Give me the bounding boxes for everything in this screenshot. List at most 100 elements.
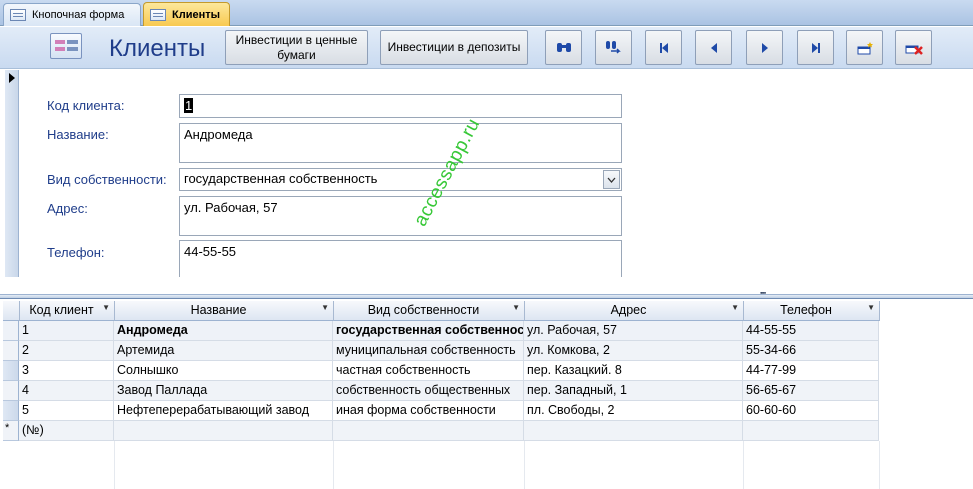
chevron-down-icon[interactable]: ▼ xyxy=(731,303,739,312)
column-header[interactable]: Адрес ▼ xyxy=(525,301,744,321)
form-title: Клиенты xyxy=(109,35,206,62)
grid-line xyxy=(879,441,880,489)
splitter-grip-icon[interactable]: '''''''''' xyxy=(760,291,766,300)
delete-record-button[interactable] xyxy=(895,30,932,65)
row-selector[interactable] xyxy=(3,341,19,361)
select-all-corner[interactable] xyxy=(3,301,20,321)
table-cell[interactable]: (№) xyxy=(19,421,114,441)
find-button[interactable] xyxy=(545,30,582,65)
form-tab-icon xyxy=(10,9,26,21)
table-cell[interactable] xyxy=(524,421,743,441)
table-cell[interactable]: 55-34-66 xyxy=(743,341,879,361)
splitter-bar[interactable] xyxy=(0,294,973,299)
column-header[interactable]: Вид собственности ▼ xyxy=(334,301,525,321)
column-header[interactable]: Телефон ▼ xyxy=(744,301,880,321)
replace-icon xyxy=(605,40,621,54)
current-record-arrow-icon xyxy=(9,73,15,83)
client-name-field[interactable]: Андромеда xyxy=(179,123,622,163)
chevron-down-icon[interactable]: ▼ xyxy=(867,303,875,312)
last-record-button[interactable] xyxy=(797,30,834,65)
table-cell[interactable]: собственность общественных xyxy=(333,381,524,401)
new-record-button[interactable] xyxy=(846,30,883,65)
table-cell[interactable]: 2 xyxy=(19,341,114,361)
client-code-field[interactable]: 1 xyxy=(179,94,622,118)
grid-line xyxy=(524,441,525,489)
row-selector[interactable] xyxy=(3,401,19,421)
table-cell[interactable]: Андромеда xyxy=(114,321,333,341)
ownership-dropdown-button[interactable] xyxy=(603,170,620,189)
chevron-down-icon[interactable]: ▼ xyxy=(321,303,329,312)
row-selector[interactable] xyxy=(3,361,19,381)
table-row[interactable]: 5 Нефтеперерабатывающий завод иная форма… xyxy=(3,401,879,421)
next-record-icon xyxy=(761,42,768,53)
access-window: Кнопочная форма Клиенты Клиенты Инвестиц… xyxy=(0,0,973,489)
table-cell[interactable]: ул. Рабочая, 57 xyxy=(524,321,743,341)
form-detail: Код клиента: 1 Название: Андромеда Вид с… xyxy=(0,70,973,277)
phone-field[interactable]: 44-55-55 xyxy=(179,240,622,277)
phone-label: Телефон: xyxy=(47,245,105,260)
new-record-marker[interactable]: * xyxy=(3,421,19,441)
securities-investments-button[interactable]: Инвестиции в ценные бумаги xyxy=(225,30,368,65)
table-cell[interactable]: 4 xyxy=(19,381,114,401)
table-cell[interactable]: 44-55-55 xyxy=(743,321,879,341)
table-cell[interactable]: Нефтеперерабатывающий завод xyxy=(114,401,333,421)
ownership-type-value: государственная собственность xyxy=(184,171,378,186)
document-tabs: Кнопочная форма Клиенты xyxy=(0,0,973,26)
table-row[interactable]: 1 Андромеда государственная собственност… xyxy=(3,321,879,341)
table-cell[interactable]: государственная собственность xyxy=(333,321,524,341)
client-code-value: 1 xyxy=(184,98,194,113)
table-cell[interactable]: Солнышко xyxy=(114,361,333,381)
table-cell[interactable]: 60-60-60 xyxy=(743,401,879,421)
table-cell[interactable]: пл. Свободы, 2 xyxy=(524,401,743,421)
new-record-row[interactable]: * (№) xyxy=(3,421,879,441)
client-code-label: Код клиента: xyxy=(47,98,125,113)
deposits-investments-button[interactable]: Инвестиции в депозиты xyxy=(380,30,528,65)
table-cell[interactable]: частная собственность xyxy=(333,361,524,381)
column-header-label: Адрес xyxy=(610,303,647,317)
table-cell[interactable]: 5 xyxy=(19,401,114,421)
table-row[interactable]: 4 Завод Паллада собственность общественн… xyxy=(3,381,879,401)
tab-label: Кнопочная форма xyxy=(32,9,125,21)
chevron-down-icon[interactable]: ▼ xyxy=(102,303,110,312)
replace-button[interactable] xyxy=(595,30,632,65)
table-cell[interactable]: 3 xyxy=(19,361,114,381)
datasheet: Код клиент ▼ Название ▼ Вид собственности ▼… xyxy=(0,301,973,489)
table-cell[interactable]: пер. Казацкий. 8 xyxy=(524,361,743,381)
table-cell[interactable]: 1 xyxy=(19,321,114,341)
table-row[interactable]: 3 Солнышко частная собственность пер. Ка… xyxy=(3,361,879,381)
form-header: Клиенты Инвестиции в ценные бумаги Инвес… xyxy=(0,27,973,69)
record-selector[interactable] xyxy=(5,70,19,277)
form-icon xyxy=(50,33,82,59)
table-cell[interactable]: 44-77-99 xyxy=(743,361,879,381)
first-record-button[interactable] xyxy=(645,30,682,65)
column-header[interactable]: Код клиент ▼ xyxy=(20,301,115,321)
previous-record-button[interactable] xyxy=(695,30,732,65)
last-record-icon xyxy=(811,42,820,53)
address-field[interactable]: ул. Рабочая, 57 xyxy=(179,196,622,236)
table-cell[interactable]: иная форма собственности xyxy=(333,401,524,421)
table-cell[interactable]: пер. Западный, 1 xyxy=(524,381,743,401)
next-record-button[interactable] xyxy=(746,30,783,65)
table-row[interactable]: 2 Артемида муниципальная собственность у… xyxy=(3,341,879,361)
row-selector[interactable] xyxy=(3,381,19,401)
split-form-divider[interactable]: '''''''''' xyxy=(0,277,973,301)
chevron-down-icon xyxy=(607,177,616,183)
table-cell[interactable]: Артемида xyxy=(114,341,333,361)
table-cell[interactable] xyxy=(333,421,524,441)
new-record-icon xyxy=(857,41,873,54)
table-cell[interactable]: 56-65-67 xyxy=(743,381,879,401)
ownership-type-combobox[interactable]: государственная собственность xyxy=(179,168,622,191)
tab-switchboard-form[interactable]: Кнопочная форма xyxy=(3,3,141,26)
delete-record-icon xyxy=(905,45,923,55)
chevron-down-icon[interactable]: ▼ xyxy=(512,303,520,312)
tab-clients[interactable]: Клиенты xyxy=(143,2,230,26)
grid-line xyxy=(743,441,744,489)
row-selector[interactable] xyxy=(3,321,19,341)
table-cell[interactable]: ул. Комкова, 2 xyxy=(524,341,743,361)
column-header[interactable]: Название ▼ xyxy=(115,301,334,321)
table-cell[interactable]: Завод Паллада xyxy=(114,381,333,401)
table-cell[interactable] xyxy=(743,421,879,441)
form-tab-icon xyxy=(150,8,166,21)
table-cell[interactable] xyxy=(114,421,333,441)
table-cell[interactable]: муниципальная собственность xyxy=(333,341,524,361)
